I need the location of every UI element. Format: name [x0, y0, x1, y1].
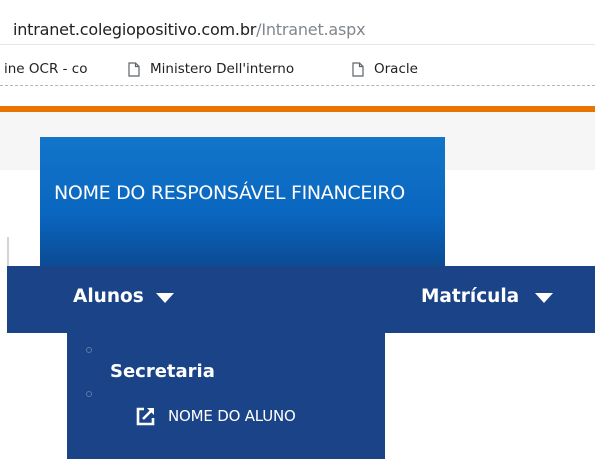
bookmarks-divider [0, 85, 595, 86]
bookmark-oracle[interactable]: Oracle [352, 59, 418, 79]
caret-down-icon [155, 293, 174, 303]
student-link[interactable]: NOME DO ALUNO [135, 405, 296, 427]
student-name: NOME DO ALUNO [168, 407, 296, 425]
url-text[interactable]: intranet.colegiopositivo.com.br/Intranet… [13, 20, 366, 40]
bookmark-ministero[interactable]: Ministero Dell'interno [128, 59, 294, 79]
main-navbar: Alunos Matrícula [7, 266, 595, 333]
bookmark-fade [92, 55, 118, 81]
left-divider [7, 237, 9, 266]
page-content: NOME DO RESPONSÁVEL FINANCEIRO Alunos Ma… [0, 94, 595, 459]
submenu-heading[interactable]: Secretaria [110, 361, 215, 382]
nav-item-matricula[interactable]: Matrícula [421, 283, 554, 309]
bookmark-label: Oracle [374, 61, 418, 77]
nav-item-label: Matrícula [421, 285, 520, 307]
bookmark-fade [314, 55, 340, 81]
alunos-dropdown: Secretaria NOME DO ALUNO [67, 333, 385, 459]
bookmark-label: ine OCR - co [4, 61, 88, 77]
bookmarks-bar: ine OCR - co Ministero Dell'interno Orac… [0, 45, 595, 93]
bullet-icon [86, 347, 92, 353]
nav-item-alunos[interactable]: Alunos [73, 283, 174, 309]
address-bar[interactable]: intranet.colegiopositivo.com.br/Intranet… [0, 0, 595, 45]
bullet-icon [86, 391, 92, 397]
page-icon [352, 61, 364, 77]
bookmark-ocr[interactable]: ine OCR - co [4, 59, 87, 79]
page-icon [128, 61, 140, 77]
url-path: /Intranet.aspx [256, 20, 366, 39]
bookmark-label: Ministero Dell'interno [150, 61, 295, 77]
caret-down-icon [535, 293, 554, 303]
external-link-icon [136, 407, 155, 426]
responsible-name: NOME DO RESPONSÁVEL FINANCEIRO [54, 182, 405, 204]
responsible-box: NOME DO RESPONSÁVEL FINANCEIRO [40, 137, 445, 266]
url-domain: intranet.colegiopositivo.com.br [13, 20, 257, 39]
nav-item-label: Alunos [73, 285, 144, 307]
